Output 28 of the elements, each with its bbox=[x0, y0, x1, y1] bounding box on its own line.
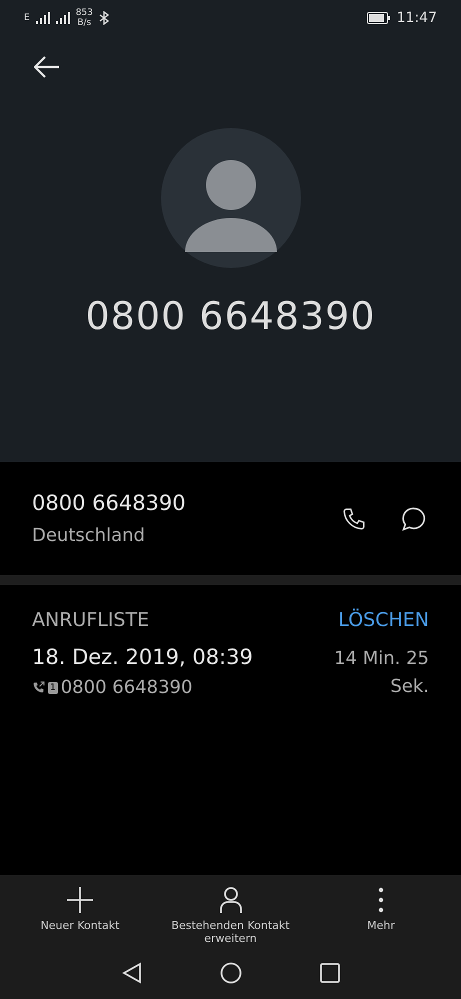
signal-icon bbox=[36, 12, 50, 24]
back-nav-button[interactable] bbox=[120, 961, 144, 985]
speed-value: 853 bbox=[76, 8, 93, 18]
call-datetime: 18. Dez. 2019, 08:39 bbox=[32, 645, 253, 669]
country-label: Deutschland bbox=[32, 525, 146, 546]
clock: 11:47 bbox=[396, 10, 437, 26]
clear-button[interactable]: LÖSCHEN bbox=[338, 609, 429, 631]
battery-icon bbox=[366, 12, 391, 24]
back-button[interactable] bbox=[33, 54, 61, 80]
section-title: ANRUFLISTE bbox=[32, 609, 150, 631]
network-type: E bbox=[24, 13, 30, 23]
phone-number: 0800 6648390 bbox=[60, 677, 192, 698]
bluetooth-icon bbox=[98, 11, 109, 25]
call-duration: 14 Min. 25 Sek. bbox=[333, 647, 429, 699]
phone-number: 0800 6648390 bbox=[84, 294, 377, 338]
home-button[interactable] bbox=[218, 961, 242, 985]
outgoing-call-icon bbox=[32, 681, 45, 694]
speed-unit: B/s bbox=[77, 18, 92, 28]
sim-badge: 1 bbox=[48, 682, 58, 694]
action-button[interactable]: Neuer Kontakt bbox=[10, 885, 150, 945]
action-button[interactable]: Bestehenden Kontakt erweitern bbox=[160, 885, 300, 945]
avatar-icon bbox=[160, 128, 300, 268]
recents-button[interactable] bbox=[318, 961, 342, 985]
more-icon bbox=[378, 887, 384, 913]
plus-icon bbox=[65, 885, 95, 915]
action-button[interactable]: Mehr bbox=[311, 885, 451, 945]
phone-number: 0800 6648390 bbox=[32, 491, 187, 515]
signal-icon bbox=[56, 12, 70, 24]
